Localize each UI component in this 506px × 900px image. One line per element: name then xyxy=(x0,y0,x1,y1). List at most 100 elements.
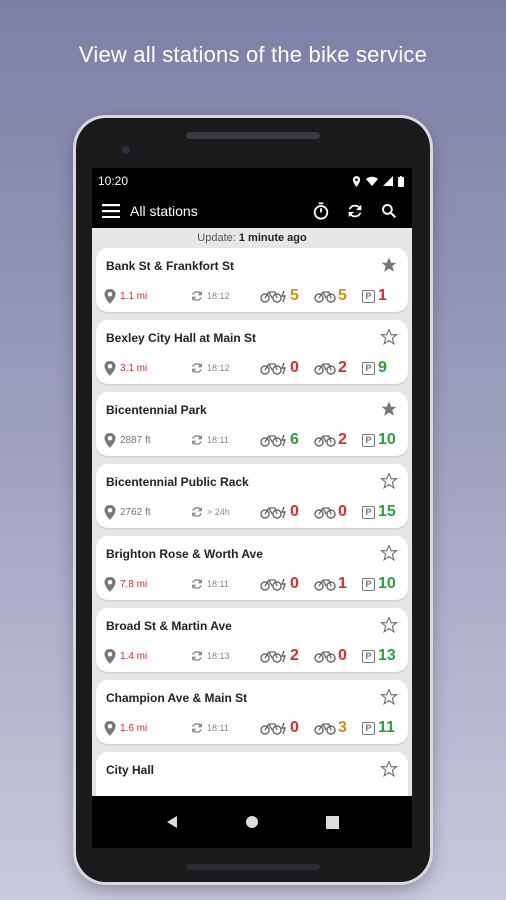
location-pin-icon xyxy=(104,720,116,736)
parking-available: P 1 xyxy=(362,287,387,305)
menu-icon[interactable] xyxy=(102,204,120,218)
home-icon[interactable] xyxy=(245,815,259,829)
bike-icon xyxy=(314,362,336,375)
timer-button[interactable] xyxy=(304,194,338,228)
phone-frame: 10:20 All stations Update: 1 minute ago … xyxy=(76,118,430,882)
parking-icon: P xyxy=(362,433,375,447)
bikes-count: 2 xyxy=(338,359,347,376)
station-stats: 1.6 mi 18:11 0 3 P 11 xyxy=(104,718,400,738)
favorite-star-icon[interactable] xyxy=(380,400,398,423)
last-update-time: 18:13 xyxy=(207,651,230,661)
parking-icon: P xyxy=(362,361,375,375)
parking-count: 15 xyxy=(378,503,396,520)
distance: 3.1 mi xyxy=(104,360,190,376)
status-time: 10:20 xyxy=(98,174,129,188)
last-update: 18:13 xyxy=(190,649,260,663)
location-pin-icon xyxy=(104,432,116,448)
update-status: Update: 1 minute ago xyxy=(92,228,412,248)
distance: 1.6 mi xyxy=(104,720,190,736)
location-pin-icon xyxy=(104,504,116,520)
station-card[interactable]: Bicentennial Public Rack 2762 ft > 24h 0… xyxy=(96,464,408,528)
wifi-icon xyxy=(366,176,378,186)
ebikes-available: 6 xyxy=(260,431,314,449)
parking-available: P 15 xyxy=(362,503,396,521)
speaker-top xyxy=(186,132,320,139)
station-card[interactable]: City Hall P xyxy=(96,752,408,796)
bikes-available: 2 xyxy=(314,431,362,449)
station-card[interactable]: Bank St & Frankfort St 1.1 mi 18:12 5 5 … xyxy=(96,248,408,312)
distance-value: 1.4 mi xyxy=(120,650,148,662)
favorite-star-icon[interactable] xyxy=(379,543,399,567)
ebikes-available: 2 xyxy=(260,647,314,665)
sync-icon xyxy=(192,723,202,733)
station-stats: 1.4 mi 18:13 2 0 P 13 xyxy=(104,646,400,666)
bikes-available: 2 xyxy=(314,359,362,377)
last-update-time: 18:11 xyxy=(207,723,229,733)
station-name: Broad St & Martin Ave xyxy=(106,619,232,633)
parking-count: 13 xyxy=(378,647,396,664)
favorite-star-icon[interactable] xyxy=(379,327,399,351)
station-stats: 3.1 mi 18:12 0 2 P 9 xyxy=(104,358,400,378)
parking-available: P 10 xyxy=(362,575,396,593)
distance-value: 2887 ft xyxy=(120,434,151,446)
station-name: Bexley City Hall at Main St xyxy=(106,331,257,345)
stations-list[interactable]: Update: 1 minute ago Bank St & Frankfort… xyxy=(92,228,412,796)
status-icons xyxy=(352,175,404,187)
station-stats: 7.8 mi 18:11 0 1 P 10 xyxy=(104,574,400,594)
last-update-time: 18:12 xyxy=(207,291,230,301)
station-name: Brighton Rose & Worth Ave xyxy=(106,547,263,561)
ebike-icon xyxy=(260,434,286,447)
station-name: Bank St & Frankfort St xyxy=(106,259,235,273)
station-card[interactable]: Broad St & Martin Ave 1.4 mi 18:13 2 0 P… xyxy=(96,608,408,672)
ebike-icon xyxy=(260,722,286,735)
speaker-bottom xyxy=(186,864,320,870)
favorite-star-icon[interactable] xyxy=(379,471,399,495)
parking-count: 10 xyxy=(378,575,396,592)
favorite-star-icon[interactable] xyxy=(380,256,398,279)
distance-value: 1.6 mi xyxy=(120,722,148,734)
ebike-icon xyxy=(260,290,286,303)
battery-icon xyxy=(398,175,404,187)
ebikes-count: 6 xyxy=(290,431,299,448)
distance-value: 1.1 mi xyxy=(120,290,148,302)
parking-count: 11 xyxy=(378,719,395,736)
ebike-icon xyxy=(260,578,286,591)
ebikes-count: 0 xyxy=(290,503,299,520)
favorite-star-icon[interactable] xyxy=(379,759,399,783)
sync-icon xyxy=(192,291,202,301)
ebike-icon xyxy=(260,362,286,375)
recents-icon[interactable] xyxy=(325,815,339,829)
search-button[interactable] xyxy=(372,194,406,228)
bikes-count: 0 xyxy=(338,647,347,664)
bikes-available: 0 xyxy=(314,647,362,665)
sync-icon xyxy=(192,651,202,661)
ebike-icon xyxy=(260,506,286,519)
station-card[interactable]: Brighton Rose & Worth Ave 7.8 mi 18:11 0… xyxy=(96,536,408,600)
location-pin-icon xyxy=(104,648,116,664)
ebikes-count: 0 xyxy=(290,359,299,376)
ebikes-available: 5 xyxy=(260,287,314,305)
refresh-button[interactable] xyxy=(338,194,372,228)
last-update: 18:11 xyxy=(190,433,260,447)
last-update: 18:11 xyxy=(190,577,260,591)
ebikes-count: 0 xyxy=(290,719,299,736)
status-bar: 10:20 xyxy=(92,168,412,194)
parking-count: 10 xyxy=(378,431,396,448)
distance: 1.4 mi xyxy=(104,648,190,664)
favorite-star-icon[interactable] xyxy=(379,687,399,711)
back-icon[interactable] xyxy=(165,815,179,829)
parking-available: P 13 xyxy=(362,647,396,665)
bikes-count: 5 xyxy=(338,287,347,304)
station-card[interactable]: Bicentennial Park 2887 ft 18:11 6 2 P 10 xyxy=(96,392,408,456)
station-card[interactable]: Bexley City Hall at Main St 3.1 mi 18:12… xyxy=(96,320,408,384)
favorite-star-icon[interactable] xyxy=(379,615,399,639)
station-stats: 2887 ft 18:11 6 2 P 10 xyxy=(104,430,400,450)
station-card[interactable]: Champion Ave & Main St 1.6 mi 18:11 0 3 … xyxy=(96,680,408,744)
bike-icon xyxy=(314,290,336,303)
refresh-icon xyxy=(348,204,362,218)
sync-icon xyxy=(192,435,202,445)
app-toolbar: All stations xyxy=(92,194,412,228)
station-stats: 1.1 mi 18:12 5 5 P 1 xyxy=(104,286,400,306)
update-value: 1 minute ago xyxy=(238,232,307,244)
distance: 1.1 mi xyxy=(104,288,190,304)
